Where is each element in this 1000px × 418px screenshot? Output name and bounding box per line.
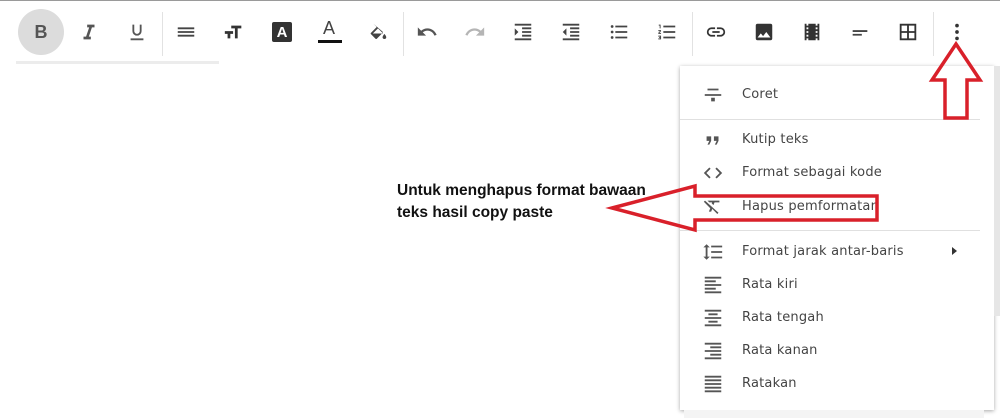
film-icon (804, 23, 820, 41)
menu-item-label: Ratakan (742, 376, 797, 391)
image-button[interactable] (740, 8, 788, 56)
outdent-icon (562, 23, 580, 41)
text-color-letter: A (323, 18, 336, 38)
undo-icon (417, 27, 437, 36)
menu-item-strikethrough[interactable]: Coret (680, 78, 980, 111)
align-right-icon (704, 342, 722, 360)
bold-icon: B (34, 21, 48, 42)
paint-bucket-icon (370, 23, 387, 39)
menu-scrollbar[interactable] (994, 66, 1000, 316)
more-options-button[interactable] (933, 8, 981, 56)
more-options-menu: Coret Kutip teks Format sebagai kode Hap… (680, 66, 1000, 410)
menu-item-label: Kutip teks (742, 132, 809, 147)
annotation-line-2: teks hasil copy paste (397, 204, 553, 221)
top-border (0, 0, 1000, 1)
image-icon (755, 23, 773, 41)
outdent-button[interactable] (547, 8, 595, 56)
line-spacing-icon (703, 244, 723, 260)
video-button[interactable] (788, 8, 836, 56)
link-button[interactable] (692, 8, 740, 56)
menu-item-label: Rata kanan (742, 343, 818, 358)
undo-button[interactable] (403, 8, 451, 56)
italic-icon (83, 24, 95, 40)
annotation-text: Untuk menghapus format bawaan teks hasil… (397, 180, 646, 224)
quote-icon (706, 136, 719, 145)
code-icon (703, 167, 723, 179)
text-background-icon: A (272, 22, 292, 42)
menu-item-label: Rata tengah (742, 310, 824, 325)
clear-format-icon (703, 200, 720, 214)
align-icon (177, 27, 195, 37)
menu-item-align-right[interactable]: Rata kanan (680, 334, 980, 367)
menu-item-align-center[interactable]: Rata tengah (680, 301, 980, 334)
editor-area-divider (16, 61, 219, 64)
menu-item-quote[interactable]: Kutip teks (680, 123, 980, 156)
menu-item-label: Hapus pemformatan (742, 199, 880, 214)
font-size-icon (224, 25, 242, 39)
link-icon (706, 27, 726, 37)
underline-button[interactable] (113, 8, 161, 56)
highlight-color-button[interactable] (354, 8, 402, 56)
menu-item-label: Coret (742, 87, 779, 102)
table-button[interactable] (884, 8, 932, 56)
text-background-letter: A (276, 23, 288, 41)
align-justify-icon (704, 375, 722, 393)
bulleted-list-button[interactable] (595, 8, 643, 56)
menu-bottom-edge (684, 410, 984, 418)
indent-icon (514, 23, 532, 41)
indent-button[interactable] (499, 8, 547, 56)
menu-item-label: Rata kiri (742, 277, 798, 292)
annotation-line-1: Untuk menghapus format bawaan (397, 182, 646, 199)
text-color-bar (318, 40, 342, 43)
menu-item-code[interactable]: Format sebagai kode (680, 156, 980, 189)
more-vert-icon (955, 23, 959, 41)
menu-item-align-left[interactable]: Rata kiri (680, 268, 980, 301)
menu-item-label: Format sebagai kode (742, 165, 882, 180)
numbered-list-button[interactable] (643, 8, 691, 56)
redo-button[interactable] (451, 8, 499, 56)
redo-icon (465, 27, 485, 36)
italic-button[interactable] (65, 8, 113, 56)
font-size-button[interactable] (210, 8, 258, 56)
underline-icon (130, 24, 144, 41)
menu-item-line-spacing[interactable]: Format jarak antar-baris (680, 235, 980, 268)
numbered-list-icon (658, 24, 676, 40)
menu-item-clear-formatting[interactable]: Hapus pemformatan (680, 190, 980, 223)
text-color-button[interactable]: A (306, 8, 354, 56)
menu-divider (680, 230, 980, 231)
submenu-arrow-icon (952, 247, 957, 255)
editor-toolbar: B A A (16, 8, 986, 56)
align-left-icon (704, 276, 722, 294)
strikethrough-icon (704, 88, 722, 102)
menu-item-justify[interactable]: Ratakan (680, 367, 980, 400)
break-icon (852, 30, 868, 36)
align-button[interactable] (162, 8, 210, 56)
text-color-icon: A (318, 18, 342, 45)
menu-divider (680, 119, 980, 120)
bulleted-list-icon (610, 25, 628, 39)
bold-button[interactable]: B (17, 8, 65, 56)
menu-item-label: Format jarak antar-baris (742, 244, 904, 259)
text-background-button[interactable]: A (258, 8, 306, 56)
read-more-button[interactable] (836, 8, 884, 56)
table-icon (899, 23, 917, 41)
align-center-icon (704, 309, 722, 327)
